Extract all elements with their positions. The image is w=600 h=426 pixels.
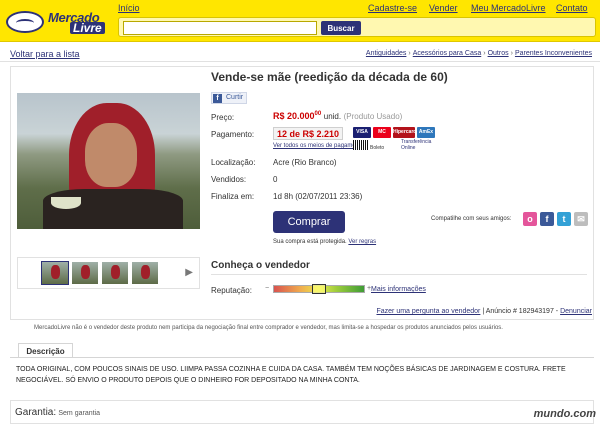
listing-id: | Anúncio # 182943197 - xyxy=(482,308,559,315)
product-photo[interactable] xyxy=(17,93,200,229)
seller-heading: Conheça o vendedor xyxy=(211,260,310,271)
thumbnail[interactable] xyxy=(72,262,98,284)
warranty-value: Sem garantia xyxy=(58,410,101,417)
handshake-icon xyxy=(6,11,44,33)
price-condition: (Produto Usado) xyxy=(343,112,403,121)
purchase-protection: Sua compra está protegida. Ver regras xyxy=(273,239,376,245)
product-photo-frame xyxy=(17,93,200,229)
reputation-meter xyxy=(273,284,365,294)
description-text: TODA ORIGINAL, COM POUCOS SINAIS DE USO.… xyxy=(10,357,594,392)
breadcrumb: Antiguidades › Acessórios para Casa › Outros… xyxy=(365,50,592,57)
nav-link-cadastre[interactable]: Cadastre-se xyxy=(368,3,417,13)
protection-text: Sua compra está protegida. xyxy=(273,239,347,245)
header-bar: Mercado Livre Início Cadastre-se Vender … xyxy=(0,0,600,42)
search-button[interactable]: Buscar xyxy=(321,21,361,35)
thumbnail[interactable] xyxy=(132,262,158,284)
location-value: Acre (Rio Branco) xyxy=(273,158,337,167)
ends-value: 1d 8h (02/07/2011 23:36) xyxy=(273,192,363,201)
price-amount: R$ 20.000 xyxy=(273,111,315,121)
nav-link-inicio[interactable]: Início xyxy=(118,3,140,13)
rules-link[interactable]: Ver regras xyxy=(348,239,376,245)
payment-label: Pagamento: xyxy=(211,130,255,139)
payment-methods-link[interactable]: Ver todos os meios de pagamento xyxy=(273,143,364,149)
product-panel: ▶ Vende-se mãe (reedição da década de 60… xyxy=(10,66,594,320)
price-unit: unid. xyxy=(323,112,342,121)
mastercard-icon: MC xyxy=(373,127,391,138)
search-bar: Buscar xyxy=(118,17,596,37)
warranty-label: Garantia: xyxy=(15,407,57,418)
watermark-logo: mundo.com xyxy=(533,408,596,420)
search-input[interactable] xyxy=(123,21,317,35)
report-link[interactable]: Denunciar xyxy=(560,308,592,315)
more-info-link[interactable]: Mais informações xyxy=(371,286,426,293)
back-to-list-link[interactable]: Voltar para a lista xyxy=(10,49,80,59)
reputation-marker xyxy=(312,284,326,294)
email-icon[interactable]: ✉ xyxy=(574,212,588,226)
twitter-icon[interactable]: t xyxy=(557,212,571,226)
like-label: Curtir xyxy=(226,94,244,101)
breadcrumb-bar: Voltar para a lista Antiguidades › Acessór… xyxy=(0,46,600,62)
logo-word-livre: Livre xyxy=(70,22,105,34)
orkut-icon[interactable]: o xyxy=(523,212,537,226)
sold-label: Vendidos: xyxy=(211,175,247,184)
thumbnail[interactable] xyxy=(41,261,69,285)
hipercard-icon: Hipercard xyxy=(393,127,416,138)
ends-label: Finaliza em: xyxy=(211,192,255,201)
breadcrumb-item-acessorios[interactable]: Acessórios para Casa xyxy=(413,50,481,57)
product-title: Vende-se mãe (reedição da década de 60) xyxy=(211,70,448,84)
visa-icon: VISA xyxy=(353,127,371,138)
payment-cards: VISA MC Hipercard AmEx Boleto Transferên… xyxy=(353,127,453,151)
sold-value: 0 xyxy=(273,175,278,184)
price-label: Preço: xyxy=(211,113,235,122)
breadcrumb-item-parentes[interactable]: Parentes Inconvenientes xyxy=(515,50,592,57)
breadcrumb-item-antiguidades[interactable]: Antiguidades xyxy=(366,50,406,57)
installment-badge: 12 de R$ 2.210 xyxy=(273,127,344,140)
boleto-label: Boleto xyxy=(370,145,385,151)
amex-icon: AmEx xyxy=(417,127,435,138)
tab-description[interactable]: Descrição xyxy=(18,343,73,358)
reputation-label: Reputação: xyxy=(211,286,252,295)
thumbnail[interactable] xyxy=(102,262,128,284)
divider xyxy=(211,274,587,275)
transfer-label: Transferência Online xyxy=(401,139,432,151)
nav-link-meu-mercadolivre[interactable]: Meu MercadoLivre xyxy=(471,3,546,13)
top-nav: Início Cadastre-se Vender Meu MercadoLiv… xyxy=(118,3,596,15)
nav-link-vender[interactable]: Vender xyxy=(429,3,458,13)
minus-icon: − xyxy=(265,285,270,292)
warranty-box: Garantia: Sem garantia xyxy=(10,400,594,424)
facebook-like-button[interactable]: f Curtir xyxy=(211,92,248,104)
disclaimer-text: MercadoLivre não é o vendedor deste prod… xyxy=(34,325,503,331)
location-label: Localização: xyxy=(211,158,256,167)
nav-link-contato[interactable]: Contato xyxy=(556,3,588,13)
question-line: Fazer uma pergunta ao vendedor | Anúncio… xyxy=(376,308,592,315)
mercadolivre-logo[interactable]: Mercado Livre xyxy=(6,8,114,36)
photo-thumbnails: ▶ xyxy=(17,257,200,289)
facebook-icon[interactable]: f xyxy=(540,212,554,226)
barcode-icon xyxy=(353,140,369,150)
ask-seller-link[interactable]: Fazer uma pergunta ao vendedor xyxy=(376,308,480,315)
price-cents: 00 xyxy=(314,111,322,117)
breadcrumb-item-outros[interactable]: Outros xyxy=(488,50,509,57)
chevron-right-icon[interactable]: ▶ xyxy=(185,267,193,278)
facebook-icon: f xyxy=(213,94,222,103)
share-label: Compatilhe com seus amigos: xyxy=(431,216,512,222)
price-value: R$ 20.00000 unid. (Produto Usado) xyxy=(273,111,402,121)
buy-button[interactable]: Comprar xyxy=(273,211,345,233)
